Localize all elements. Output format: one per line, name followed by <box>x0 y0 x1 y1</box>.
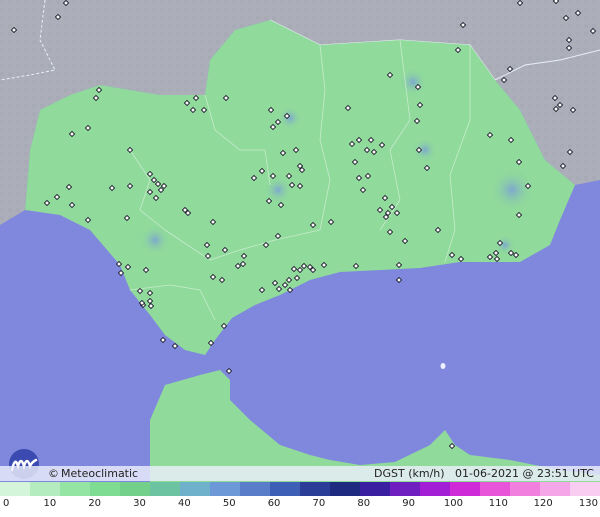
scale-color-step <box>330 482 360 496</box>
scale-color-step <box>450 482 480 496</box>
scale-color-step <box>60 482 90 496</box>
gust-hotspot <box>278 106 302 130</box>
scale-color-step <box>360 482 390 496</box>
scale-tick-label: 30 <box>133 498 146 509</box>
wind-gust-map <box>0 0 600 517</box>
scale-tick-label: 70 <box>312 498 326 509</box>
copyright-symbol: © <box>48 467 59 480</box>
parameter-label: DGST (km/h) <box>374 467 445 480</box>
color-scale-ticks: 0 10 20 30 40 50 60 70 80 90 100 110 120 130 <box>0 498 600 512</box>
scale-color-step <box>0 482 30 496</box>
scale-color-step <box>180 482 210 496</box>
at-symbol: @ <box>522 467 534 480</box>
map-time: 23:51 UTC <box>536 467 594 480</box>
island-marker <box>440 363 446 369</box>
map-date: 01-06-2021 <box>455 467 519 480</box>
scale-tick-label: 90 <box>402 498 415 509</box>
scale-tick-label: 100 <box>443 498 463 509</box>
scale-color-step <box>120 482 150 496</box>
gust-hotspot <box>140 225 170 255</box>
scale-color-step <box>300 482 330 496</box>
brand-label[interactable]: © Meteoclimatic <box>48 466 138 481</box>
scale-color-step <box>240 482 270 496</box>
scale-tick-label: 40 <box>178 498 191 509</box>
scale-tick-label: 80 <box>357 498 371 509</box>
scale-tick-label: 10 <box>43 498 57 509</box>
scale-color-step <box>270 482 300 496</box>
scale-color-step <box>390 482 420 496</box>
scale-color-step <box>30 482 60 496</box>
scale-color-step <box>540 482 570 496</box>
scale-color-step <box>570 482 600 496</box>
scale-tick-label: 130 <box>578 498 598 509</box>
scale-color-step <box>420 482 450 496</box>
scale-color-step <box>210 482 240 496</box>
color-scale-bar <box>0 482 600 496</box>
gust-hotspot <box>399 68 427 96</box>
scale-tick-label: 110 <box>488 498 508 509</box>
scale-color-step <box>480 482 510 496</box>
scale-color-step <box>150 482 180 496</box>
scale-tick-label: 50 <box>222 498 236 509</box>
map-info: DGST (km/h) 01-06-2021 @ 23:51 UTC <box>374 466 594 481</box>
scale-tick-label: 60 <box>267 498 281 509</box>
scale-color-step <box>90 482 120 496</box>
scale-tick-label: 120 <box>533 498 553 509</box>
info-bar: © Meteoclimatic DGST (km/h) 01-06-2021 @ … <box>0 466 600 481</box>
gust-hotspot <box>490 168 534 212</box>
scale-color-step <box>510 482 540 496</box>
scale-tick-label: 20 <box>88 498 102 509</box>
brand-name: Meteoclimatic <box>61 467 139 480</box>
scale-tick-label: 0 <box>3 498 10 509</box>
color-scale-legend: 0 10 20 30 40 50 60 70 80 90 100 110 120 130 <box>0 482 600 517</box>
